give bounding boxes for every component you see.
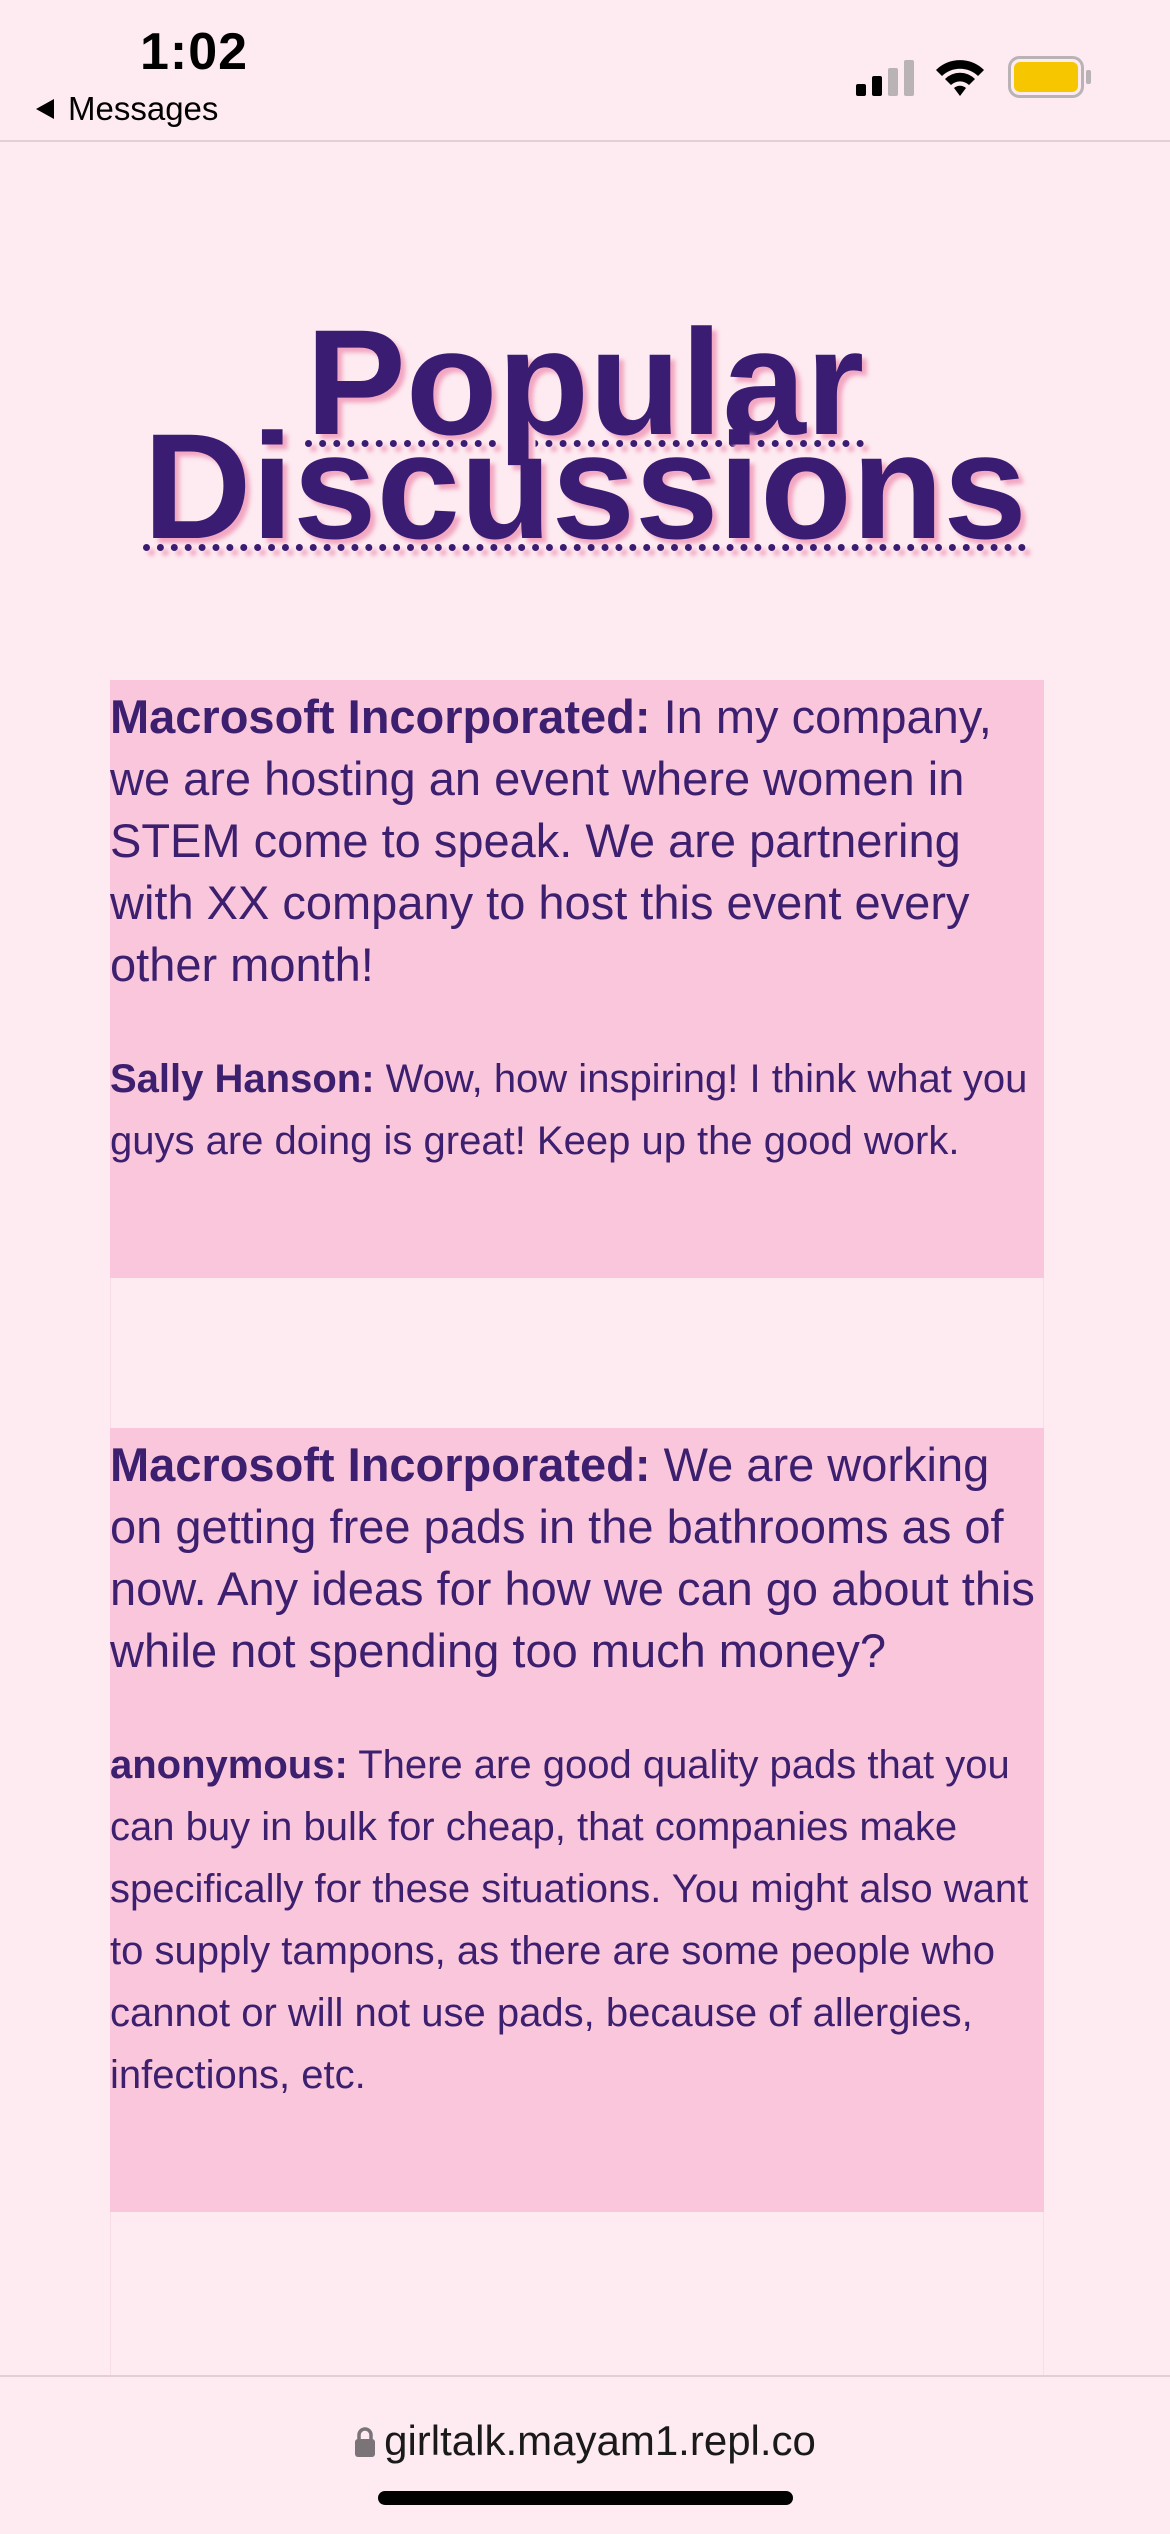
home-indicator[interactable] <box>378 2491 793 2505</box>
post-author: Macrosoft Incorporated: <box>110 1438 651 1491</box>
post-author: Macrosoft Incorporated: <box>110 690 651 743</box>
cellular-signal-icon <box>856 60 914 96</box>
url-display[interactable]: girltalk.mayam1.repl.co <box>0 2417 1170 2465</box>
discussion-spacer <box>110 2212 1044 2377</box>
back-to-messages-button[interactable]: Messages <box>36 90 218 128</box>
discussion-card: Macrosoft Incorporated: We are working o… <box>110 1428 1044 2212</box>
battery-icon <box>1008 56 1091 98</box>
back-arrow-icon <box>36 99 54 119</box>
discussion-post: Macrosoft Incorporated: In my company, w… <box>110 686 1038 996</box>
lock-icon <box>355 2427 376 2457</box>
status-bar: 1:02 Messages <box>0 0 1170 142</box>
discussion-reply: Sally Hanson: Wow, how inspiring! I thin… <box>110 1048 1038 1172</box>
page-title: Popular Discussions <box>0 307 1170 570</box>
discussion-spacer <box>110 1278 1044 1428</box>
discussion-card: Macrosoft Incorporated: In my company, w… <box>110 680 1044 1278</box>
reply-author: Sally Hanson: <box>110 1057 375 1101</box>
discussion-post: Macrosoft Incorporated: We are working o… <box>110 1434 1038 1682</box>
back-label: Messages <box>68 90 219 127</box>
discussion-reply: anonymous: There are good quality pads t… <box>110 1734 1038 2106</box>
reply-author: anonymous: <box>110 1743 348 1787</box>
page-title-line-2: Discussions <box>143 402 1027 570</box>
wifi-icon <box>936 60 984 96</box>
url-text: girltalk.mayam1.repl.co <box>384 2417 816 2464</box>
browser-url-bar[interactable]: girltalk.mayam1.repl.co <box>0 2375 1170 2534</box>
status-time: 1:02 <box>140 23 249 81</box>
reply-text: There are good quality pads that you can… <box>110 1743 1029 2097</box>
